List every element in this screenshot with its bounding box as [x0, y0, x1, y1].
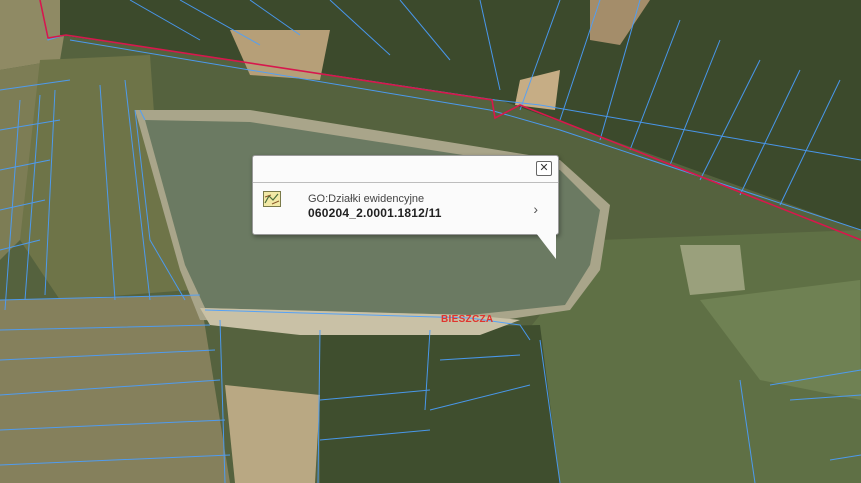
feature-info-popup: ✕ GO:Działki ewidencyjne 060204_2.0001.1… — [252, 155, 559, 235]
popup-pointer — [536, 233, 556, 259]
parcel-result-row[interactable]: GO:Działki ewidencyjne 060204_2.0001.181… — [253, 183, 558, 233]
popup-header: ✕ — [253, 156, 558, 183]
close-icon[interactable]: ✕ — [536, 161, 552, 176]
parcel-id: 060204_2.0001.1812/11 — [308, 206, 442, 220]
parcel-map-icon — [263, 191, 281, 207]
chevron-right-icon[interactable]: › — [533, 201, 538, 217]
map-place-label: BIESZCZA — [441, 314, 494, 325]
aerial-map[interactable] — [0, 0, 861, 483]
layer-name: GO:Działki ewidencyjne — [308, 193, 425, 205]
